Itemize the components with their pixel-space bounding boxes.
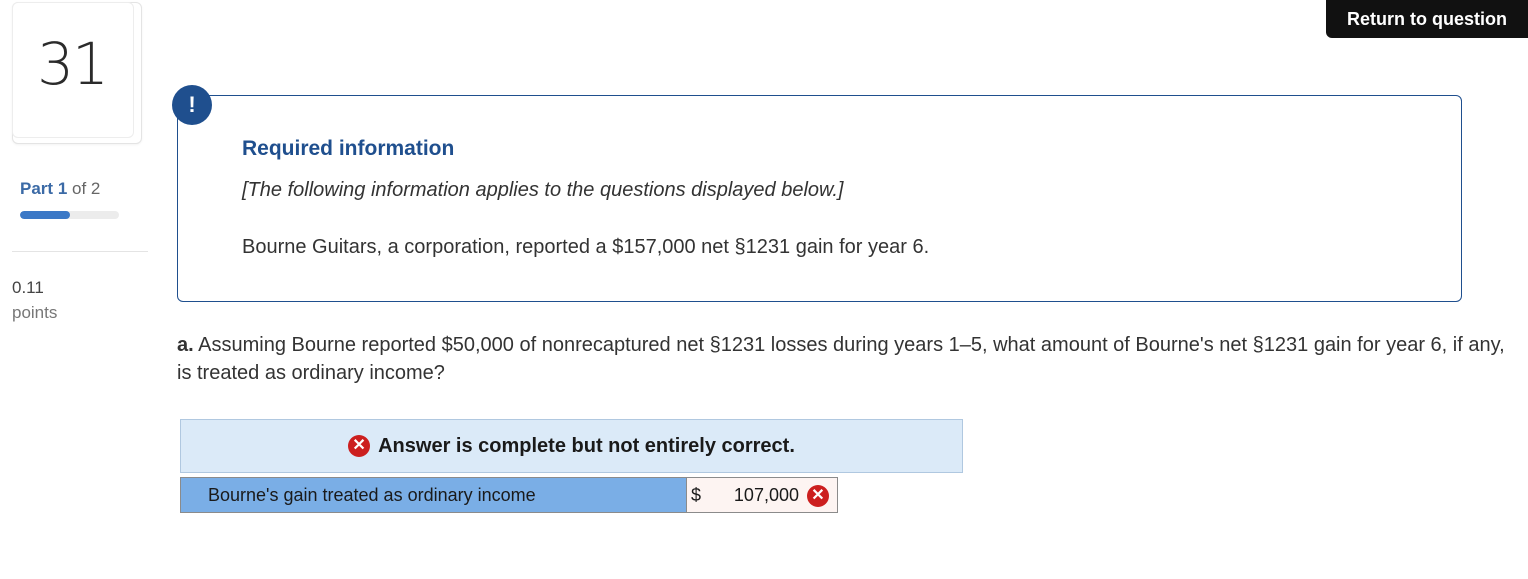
question-prefix: a. xyxy=(177,334,194,356)
answer-value-field[interactable]: $ 107,000 ✕ xyxy=(687,477,838,513)
question-number: 31 xyxy=(37,30,109,98)
part-label: Part xyxy=(20,179,54,198)
sidebar-divider xyxy=(12,251,148,252)
part-current: 1 xyxy=(57,179,68,198)
x-circle-icon: ✕ xyxy=(348,435,371,457)
return-to-question-button[interactable]: Return to question xyxy=(1326,0,1528,38)
currency-symbol: $ xyxy=(691,485,702,505)
answer-value: 107,000 xyxy=(733,485,799,505)
answer-status-text: Answer is complete but not entirely corr… xyxy=(378,434,795,457)
part-indicator: Part 1 of 2 xyxy=(20,179,100,199)
alert-icon: ! xyxy=(172,85,212,125)
points-value: 0.11 xyxy=(12,278,44,297)
required-information-box: Required information [The following info… xyxy=(177,95,1462,302)
question-text: a. Assuming Bourne reported $50,000 of n… xyxy=(177,331,1517,387)
question-body: Assuming Bourne reported $50,000 of nonr… xyxy=(177,334,1505,384)
part-progress-fill xyxy=(20,211,70,219)
answer-row-label: Bourne's gain treated as ordinary income xyxy=(180,477,687,513)
info-note: [The following information applies to th… xyxy=(242,179,844,201)
part-progress-bar xyxy=(20,211,119,219)
answer-row: Bourne's gain treated as ordinary income… xyxy=(180,477,838,513)
points-label: points xyxy=(12,303,58,322)
info-text: Bourne Guitars, a corporation, reported … xyxy=(242,236,930,258)
part-total: of 2 xyxy=(72,179,101,198)
x-circle-icon: ✕ xyxy=(807,485,829,507)
answer-status-banner: ✕ Answer is complete but not entirely co… xyxy=(180,419,963,473)
info-title: Required information xyxy=(242,137,455,160)
